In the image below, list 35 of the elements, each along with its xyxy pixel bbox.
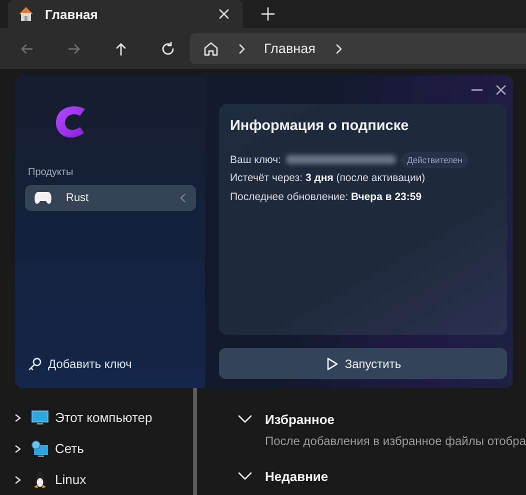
network-icon (31, 440, 49, 458)
chevron-right-icon (335, 42, 344, 54)
home-icon[interactable] (202, 40, 220, 58)
status-badge: Действителен (401, 152, 468, 168)
gamepad-icon (34, 191, 52, 205)
nav-tree-item[interactable]: Этот компьютер (0, 402, 194, 433)
section-label: Продукты (28, 167, 74, 178)
tab[interactable]: Главная (8, 0, 243, 28)
nav-tree-item[interactable]: Linux (0, 464, 194, 495)
monitor-icon (31, 408, 49, 426)
info-text: Истечёт через: 3 дня (после активации) (230, 171, 426, 186)
add-key-button[interactable]: Добавить ключ (25, 357, 196, 371)
close-icon[interactable] (217, 7, 231, 21)
launch-button[interactable]: Запустить (219, 348, 507, 379)
nav-tree-item[interactable]: Сеть (0, 433, 194, 464)
chevron-right-icon[interactable] (13, 412, 23, 422)
key-icon (28, 357, 42, 371)
breadcrumb-item[interactable]: Главная (264, 41, 316, 56)
section-description: После добавления в избранное файлы отобра (264, 434, 526, 448)
card-title: Информация о подписке (230, 118, 410, 134)
section-header[interactable]: Недавние (236, 466, 526, 486)
chevron-left-icon (179, 193, 187, 203)
key-label: Ваш ключ: (230, 154, 282, 166)
section-header[interactable]: Избранное (236, 409, 526, 429)
chevron-right-icon (238, 42, 246, 54)
play-icon (324, 356, 339, 370)
product-item[interactable]: Rust (25, 185, 196, 211)
address-bar[interactable]: Главная (190, 33, 526, 64)
info-text: Последнее обновление: Вчера в 23:59 (230, 190, 423, 205)
chevron-right-icon[interactable] (13, 444, 23, 454)
chevron-right-icon[interactable] (13, 474, 23, 484)
refresh-icon[interactable] (160, 40, 176, 56)
home-icon (17, 5, 35, 23)
add-tab-icon[interactable] (261, 7, 275, 21)
close-icon[interactable] (495, 84, 507, 96)
